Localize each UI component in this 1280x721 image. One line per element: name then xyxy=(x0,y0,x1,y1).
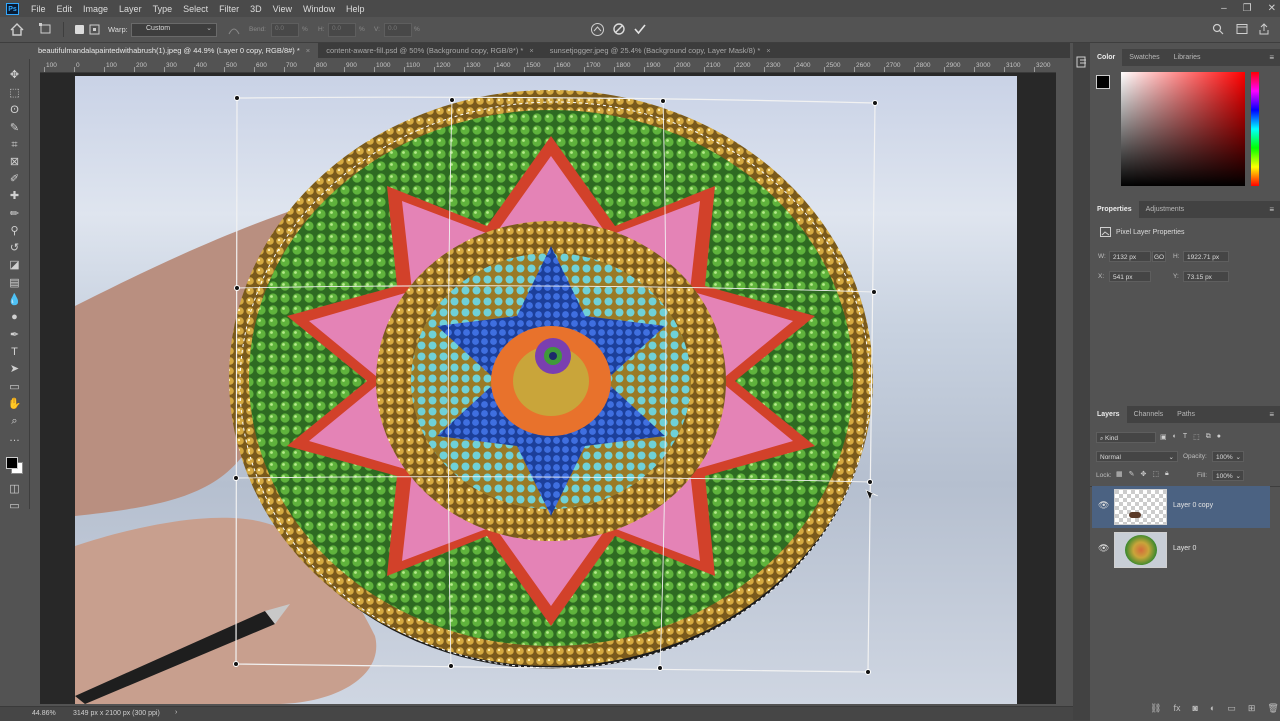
lock-artboard-icon[interactable]: ⬚ xyxy=(1152,470,1159,478)
filter-type-icon[interactable]: T xyxy=(1183,433,1187,441)
tab-libraries[interactable]: Libraries xyxy=(1167,49,1208,66)
layer-row[interactable]: 👁︎ Layer 0 xyxy=(1092,529,1270,571)
height-label: H: xyxy=(1173,253,1180,260)
layer-name[interactable]: Layer 0 xyxy=(1173,545,1196,552)
filter-pixel-icon[interactable]: ▣ xyxy=(1160,433,1167,441)
filter-smart-icon[interactable]: ⧉ xyxy=(1206,433,1211,441)
share-icon[interactable] xyxy=(1258,23,1270,35)
tab-swatches[interactable]: Swatches xyxy=(1122,49,1166,66)
pixel-layer-icon xyxy=(1100,227,1111,237)
y-field[interactable]: 73.15 px xyxy=(1183,271,1229,282)
visibility-eye-icon[interactable]: 👁︎ xyxy=(1098,500,1109,511)
lock-transparency-icon[interactable]: ▦ xyxy=(1116,470,1123,478)
lock-all-icon[interactable]: 🔒︎ xyxy=(1165,470,1169,478)
workspace-icon[interactable] xyxy=(1236,23,1248,35)
layers-panel-tabs: Layers Channels Paths ≡ xyxy=(1090,406,1280,423)
lock-label: Lock: xyxy=(1096,472,1112,479)
width-field[interactable]: 2132 px xyxy=(1109,251,1151,262)
hue-slider[interactable] xyxy=(1251,72,1259,186)
status-bar: 44.86% 3149 px x 2100 px (300 ppi) › xyxy=(0,706,1090,721)
cursor-icon xyxy=(865,489,879,501)
document-size: 3149 px x 2100 px (300 ppi) xyxy=(73,710,160,717)
tab-paths[interactable]: Paths xyxy=(1170,406,1202,423)
foreground-swatch[interactable] xyxy=(1096,75,1110,89)
lock-pixels-icon[interactable]: ✎ xyxy=(1129,470,1135,478)
close-window-icon[interactable]: ✕ xyxy=(1268,3,1276,14)
tab-channels[interactable]: Channels xyxy=(1127,406,1171,423)
right-panels: Color Swatches Libraries ≡ Properties Ad… xyxy=(1073,43,1280,720)
tab-adjustments[interactable]: Adjustments xyxy=(1139,201,1192,218)
height-field[interactable]: 1922.71 px xyxy=(1183,251,1229,262)
filter-shape-icon[interactable]: ⬚ xyxy=(1193,433,1200,441)
history-panel-icon[interactable] xyxy=(1076,56,1088,70)
minimize-icon[interactable]: – xyxy=(1221,3,1227,14)
tab-color[interactable]: Color xyxy=(1090,49,1123,66)
y-label: Y: xyxy=(1173,273,1179,280)
filter-adjustment-icon[interactable]: ◐ xyxy=(1173,433,1177,441)
layer-filter-kind[interactable]: ⌕ Kind xyxy=(1096,432,1156,443)
properties-title: Pixel Layer Properties xyxy=(1116,229,1185,236)
new-group-icon[interactable]: ▭ xyxy=(1227,703,1236,714)
fill-label: Fill: xyxy=(1197,472,1208,479)
color-picker-field[interactable] xyxy=(1121,72,1245,186)
layer-style-icon[interactable]: fx xyxy=(1173,703,1180,714)
fill-field[interactable]: 100% ⌄ xyxy=(1212,470,1244,481)
panel-menu-icon[interactable]: ≡ xyxy=(1269,205,1274,214)
visibility-eye-icon[interactable]: 👁︎ xyxy=(1098,543,1109,554)
chevron-down-icon: ⌄ xyxy=(1168,454,1174,461)
layer-thumbnail xyxy=(1114,489,1167,525)
link-layers-icon[interactable]: ⛓ xyxy=(1150,703,1161,714)
layer-thumbnail xyxy=(1114,532,1167,568)
search-icon[interactable] xyxy=(1212,23,1224,35)
tab-properties[interactable]: Properties xyxy=(1090,201,1139,218)
delete-layer-icon[interactable]: 🗑︎ xyxy=(1267,703,1278,714)
width-label: W: xyxy=(1098,253,1106,260)
add-mask-icon[interactable]: ◙ xyxy=(1192,703,1197,714)
chevron-down-icon: ⌄ xyxy=(1235,473,1241,480)
x-field[interactable]: 541 px xyxy=(1109,271,1151,282)
layer-name[interactable]: Layer 0 copy xyxy=(1173,502,1213,509)
panel-menu-icon[interactable]: ≡ xyxy=(1269,53,1274,62)
chevron-down-icon: ⌄ xyxy=(1235,454,1241,461)
restore-icon[interactable]: ❐ xyxy=(1243,3,1252,14)
status-arrow-icon[interactable]: › xyxy=(175,709,177,716)
lock-position-icon[interactable]: ✥ xyxy=(1141,470,1147,478)
panel-menu-icon[interactable]: ≡ xyxy=(1269,410,1274,419)
blend-mode-dropdown[interactable]: Normal ⌄ xyxy=(1096,451,1178,462)
tab-layers[interactable]: Layers xyxy=(1090,406,1127,423)
adjustment-layer-icon[interactable]: ◐ xyxy=(1210,703,1215,714)
color-panel-tabs: Color Swatches Libraries ≡ xyxy=(1090,49,1280,66)
layer-row[interactable]: 👁︎ Layer 0 copy xyxy=(1092,486,1270,528)
zoom-level[interactable]: 44.86% xyxy=(32,710,56,717)
x-label: X: xyxy=(1098,273,1105,280)
warp-grid-overlay[interactable] xyxy=(0,0,1090,705)
filter-toggle-icon[interactable]: ● xyxy=(1217,433,1221,441)
properties-panel-tabs: Properties Adjustments ≡ xyxy=(1090,201,1280,218)
new-layer-icon[interactable]: ⊞ xyxy=(1248,703,1256,714)
opacity-field[interactable]: 100% ⌄ xyxy=(1212,451,1244,462)
opacity-label: Opacity: xyxy=(1183,453,1207,460)
link-dimensions-button[interactable]: GO xyxy=(1152,251,1166,262)
